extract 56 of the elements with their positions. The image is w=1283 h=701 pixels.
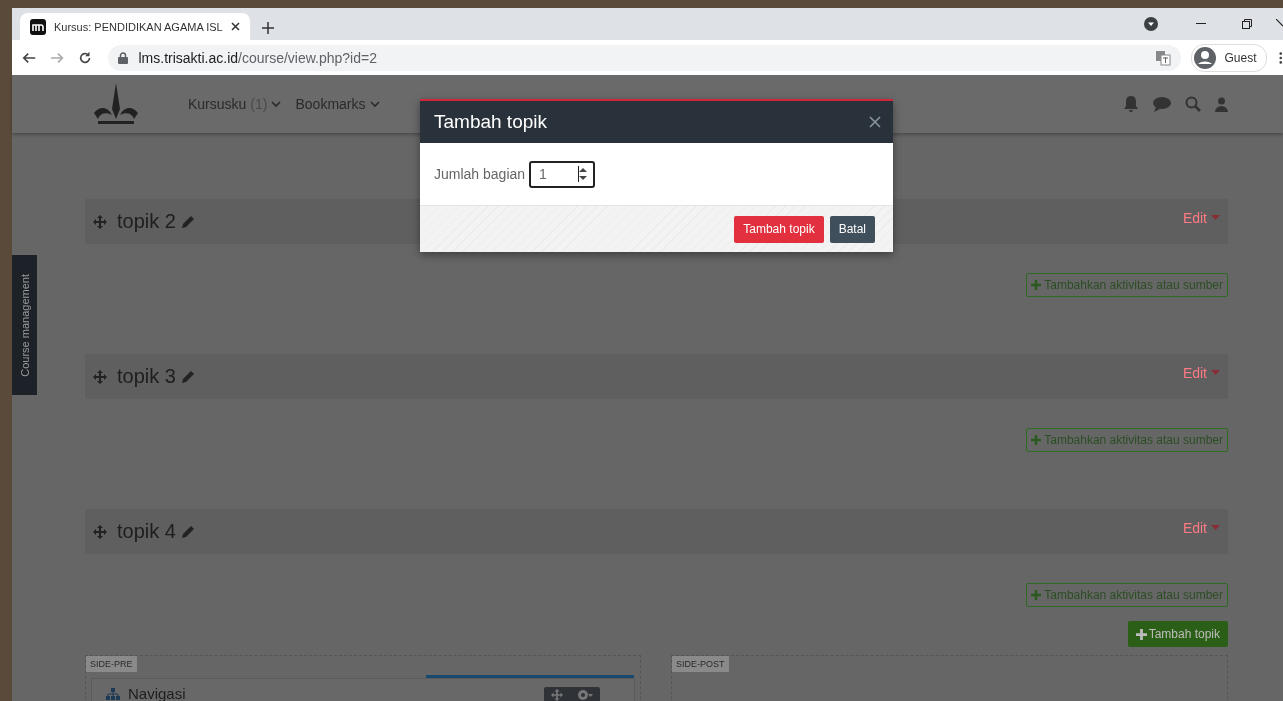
region-label: SIDE-PRE bbox=[86, 656, 137, 672]
menu-icon[interactable] bbox=[1279, 50, 1283, 65]
pencil-icon[interactable] bbox=[181, 370, 195, 383]
add-topic-button[interactable]: Tambah topik bbox=[1127, 621, 1228, 647]
caret-icon bbox=[1211, 525, 1220, 531]
pencil-icon[interactable] bbox=[181, 215, 195, 228]
block-controls[interactable] bbox=[544, 687, 600, 701]
add-topic-button[interactable]: Tambah topik bbox=[734, 215, 824, 243]
caret-icon bbox=[1211, 215, 1220, 221]
plus-icon bbox=[1031, 590, 1042, 600]
browser-tab[interactable]: Kursus: PENDIDIKAN AGAMA ISL bbox=[20, 13, 250, 40]
number-input[interactable]: 1 bbox=[529, 160, 596, 188]
chevron-down-icon bbox=[369, 99, 380, 109]
plus-icon bbox=[1031, 435, 1042, 445]
edit-menu[interactable]: Edit bbox=[1182, 210, 1220, 226]
section-title: topik 3 bbox=[117, 365, 176, 388]
nav-menu-item[interactable]: Bookmarks bbox=[295, 96, 380, 112]
avatar-icon bbox=[1194, 46, 1217, 69]
move-icon[interactable] bbox=[551, 689, 563, 701]
pencil-icon[interactable] bbox=[181, 525, 195, 538]
dialog-title: Tambah topik bbox=[434, 111, 548, 133]
translate-icon[interactable] bbox=[1155, 49, 1172, 66]
plus-icon bbox=[1031, 280, 1042, 290]
sitemap-icon bbox=[106, 687, 120, 700]
address-bar[interactable]: lms.trisakti.ac.id/course/view.php?id=2 bbox=[108, 44, 1182, 71]
restore-icon[interactable] bbox=[1242, 19, 1252, 29]
section-title: topik 4 bbox=[117, 520, 176, 543]
chevron-down-icon bbox=[271, 99, 282, 109]
search-icon[interactable] bbox=[1185, 96, 1201, 112]
reload-icon[interactable] bbox=[78, 49, 93, 66]
section-title: topik 2 bbox=[117, 210, 176, 233]
region-label: SIDE-POST bbox=[672, 656, 729, 672]
edit-menu[interactable]: Edit bbox=[1182, 365, 1220, 381]
caret-icon bbox=[1211, 370, 1220, 376]
gear-icon[interactable] bbox=[577, 689, 593, 701]
tab-title: Kursus: PENDIDIKAN AGAMA ISL bbox=[54, 20, 223, 33]
spinner-arrows-icon[interactable] bbox=[579, 166, 588, 182]
minimize-icon[interactable] bbox=[1196, 23, 1206, 25]
profile-button[interactable]: Guest bbox=[1191, 43, 1268, 72]
move-icon[interactable] bbox=[93, 369, 107, 384]
university-logo-icon[interactable] bbox=[92, 83, 140, 125]
profile-dropdown-icon[interactable] bbox=[1144, 17, 1158, 31]
move-icon[interactable] bbox=[93, 524, 107, 539]
new-tab-icon[interactable] bbox=[261, 22, 274, 34]
move-icon[interactable] bbox=[93, 214, 107, 229]
field-label: Jumlah bagian bbox=[434, 166, 526, 182]
lock-icon bbox=[118, 51, 129, 64]
site-logo-icon bbox=[30, 18, 46, 35]
chat-bubble-icon[interactable] bbox=[1153, 96, 1171, 112]
cancel-button[interactable]: Batal bbox=[829, 215, 875, 243]
bell-icon[interactable] bbox=[1123, 95, 1139, 113]
plus-icon bbox=[1135, 628, 1147, 640]
course-management-tab[interactable]: Course management bbox=[12, 255, 37, 395]
edit-menu[interactable]: Edit bbox=[1182, 520, 1220, 536]
url-text: lms.trisakti.ac.id/course/view.php?id=2 bbox=[138, 49, 378, 66]
user-icon[interactable] bbox=[1215, 96, 1228, 112]
